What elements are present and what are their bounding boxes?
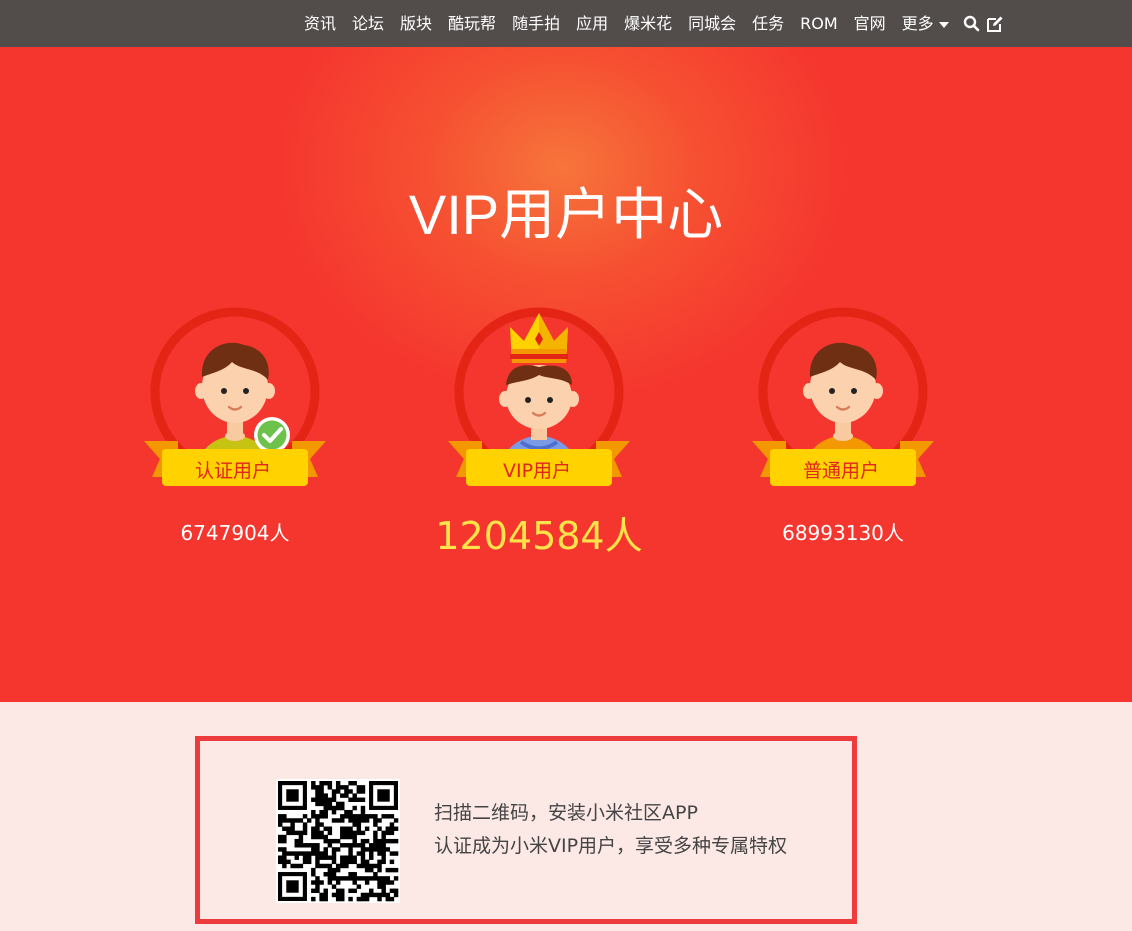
user-card-normal: 普通用户 68993130人 [748, 305, 938, 565]
nav-menu: 资讯 论坛 版块 酷玩帮 随手拍 应用 爆米花 同城会 任务 ROM 官网 更多 [296, 0, 1004, 47]
nav-item-more[interactable]: 更多 [894, 0, 957, 47]
promo-text: 扫描二维码，安装小米社区APP 认证成为小米VIP用户，享受多种专属特权 [434, 797, 787, 863]
user-count: 68993130人 [782, 521, 904, 545]
nav-item-popcorn[interactable]: 爆米花 [616, 0, 680, 47]
page-title: VIP用户中心 [408, 183, 724, 246]
nav-more-label: 更多 [901, 14, 934, 33]
app-download-promo: 扫描二维码，安装小米社区APP 认证成为小米VIP用户，享受多种专属特权 [195, 736, 857, 924]
nav-item-forum[interactable]: 论坛 [344, 0, 392, 47]
nav-item-news[interactable]: 资讯 [296, 0, 344, 47]
nav-item-boards[interactable]: 版块 [392, 0, 440, 47]
chevron-down-icon [938, 21, 949, 28]
user-count: 6747904人 [180, 521, 290, 545]
promo-line-2: 认证成为小米VIP用户，享受多种专属特权 [434, 835, 788, 857]
user-card-verified: 认证用户 6747904人 [140, 305, 330, 565]
nav-item-official-site[interactable]: 官网 [846, 0, 894, 47]
edit-icon[interactable] [986, 15, 1004, 33]
nav-item-tasks[interactable]: 任务 [744, 0, 792, 47]
vip-hero-banner: VIP用户中心 认证用户 6747904人 VIP用户 1204584人 普通用… [0, 47, 1132, 702]
user-card-vip: VIP用户 1204584人 [435, 305, 643, 565]
nav-item-kuwanbang[interactable]: 酷玩帮 [440, 0, 504, 47]
nav-item-apps[interactable]: 应用 [568, 0, 616, 47]
top-navigation-bar: 资讯 论坛 版块 酷玩帮 随手拍 应用 爆米花 同城会 任务 ROM 官网 更多 [0, 0, 1132, 47]
card-label: 普通用户 [802, 459, 879, 482]
nav-item-city-club[interactable]: 同城会 [680, 0, 744, 47]
promo-line-1: 扫描二维码，安装小米社区APP [434, 802, 698, 824]
card-label: 认证用户 [194, 459, 271, 482]
user-count: 1204584人 [435, 514, 643, 558]
qr-code-icon[interactable] [276, 779, 400, 903]
card-label: VIP用户 [502, 459, 572, 482]
nav-item-snapshots[interactable]: 随手拍 [504, 0, 568, 47]
nav-item-rom[interactable]: ROM [792, 0, 846, 47]
search-icon[interactable] [963, 15, 980, 32]
